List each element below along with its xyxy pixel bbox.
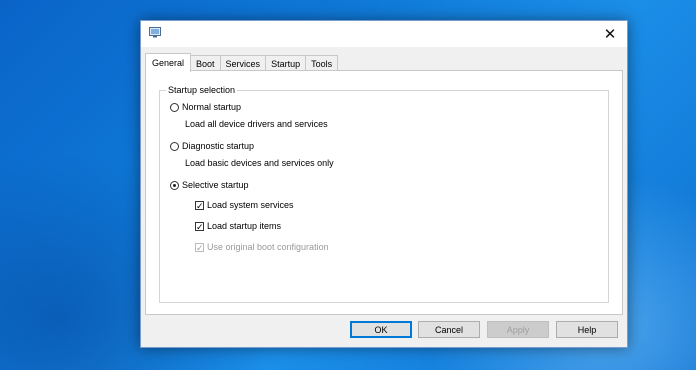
- ok-button[interactable]: OK: [350, 321, 412, 338]
- load-startup-items-checkbox[interactable]: ✓ Load startup items: [195, 221, 281, 231]
- load-startup-items-label: Load startup items: [207, 221, 282, 231]
- close-button[interactable]: ✕: [593, 21, 627, 47]
- general-tab-page: Startup selection Normal startup Load al…: [145, 70, 623, 315]
- radio-button[interactable]: [170, 102, 179, 112]
- group-label: Startup selection: [166, 84, 238, 96]
- diagnostic-startup-description: Load basic devices and services only: [185, 158, 334, 168]
- normal-startup-label: Normal startup: [182, 102, 242, 112]
- diagnostic-startup-radio[interactable]: Diagnostic startup: [170, 141, 254, 151]
- normal-startup-description: Load all device drivers and services: [185, 119, 328, 129]
- title-bar[interactable]: ✕: [141, 21, 627, 47]
- apply-button: Apply: [487, 321, 549, 338]
- checkmark-icon[interactable]: ✓: [195, 200, 204, 210]
- tab-strip: General Boot Services Startup Tools: [145, 53, 339, 72]
- selective-startup-radio[interactable]: Selective startup: [170, 180, 249, 190]
- selective-startup-label: Selective startup: [182, 180, 249, 190]
- use-original-boot-label: Use original boot configuration: [207, 242, 329, 252]
- msconfig-icon: [149, 27, 161, 38]
- close-icon: ✕: [603, 26, 617, 43]
- help-button[interactable]: Help: [556, 321, 618, 338]
- use-original-boot-checkbox: ✓ Use original boot configuration: [195, 242, 329, 252]
- system-configuration-dialog: ✕ General Boot Services Startup Tools St…: [140, 20, 628, 348]
- checkmark-icon: ✓: [195, 242, 204, 253]
- cancel-button[interactable]: Cancel: [418, 321, 480, 338]
- load-system-services-label: Load system services: [207, 200, 294, 210]
- diagnostic-startup-label: Diagnostic startup: [182, 141, 255, 151]
- normal-startup-radio[interactable]: Normal startup: [170, 102, 241, 112]
- checkmark-icon[interactable]: ✓: [195, 221, 204, 231]
- startup-selection-group: Startup selection Normal startup Load al…: [159, 84, 609, 303]
- load-system-services-checkbox[interactable]: ✓ Load system services: [195, 200, 294, 210]
- radio-button[interactable]: [170, 141, 179, 151]
- tab-general[interactable]: General: [145, 53, 192, 72]
- radio-button-selected[interactable]: [170, 180, 179, 190]
